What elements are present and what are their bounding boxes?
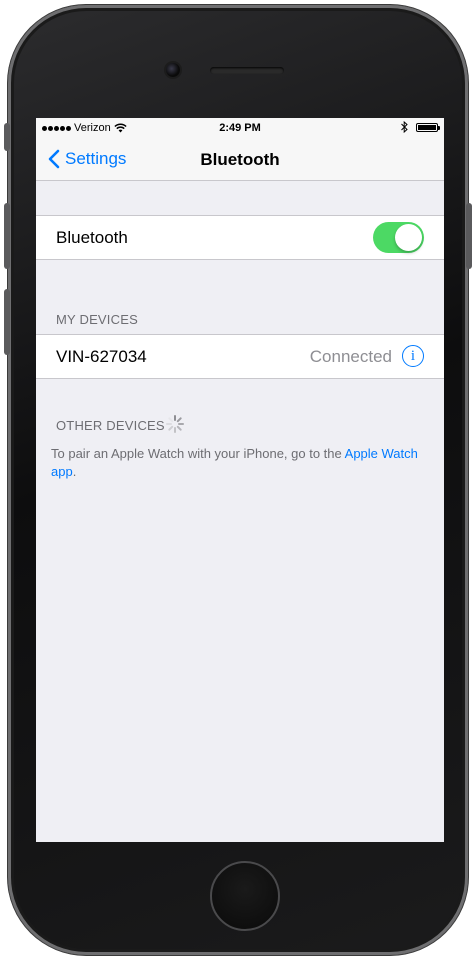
power-button: [466, 203, 472, 269]
info-icon[interactable]: i: [402, 345, 424, 367]
front-camera: [166, 63, 180, 77]
bluetooth-toggle-label: Bluetooth: [56, 228, 128, 247]
bluetooth-icon: [401, 121, 408, 133]
screen: Verizon 2:49 PM Settings Bluetooth Bluet…: [36, 118, 444, 842]
page-title: Bluetooth: [200, 150, 280, 169]
device-status: Connected: [309, 347, 392, 366]
earpiece-speaker: [210, 67, 284, 74]
navigation-bar: Settings Bluetooth: [36, 138, 444, 181]
bluetooth-toggle[interactable]: [373, 222, 424, 253]
device-name: VIN-627034: [56, 347, 147, 366]
loading-spinner-icon: [166, 415, 184, 433]
other-devices-header: OTHER DEVICES: [56, 418, 165, 433]
mute-switch: [4, 123, 10, 151]
volume-down-button: [4, 289, 10, 355]
pairing-hint: To pair an Apple Watch with your iPhone,…: [51, 445, 426, 481]
pairing-hint-text: To pair an Apple Watch with your iPhone,…: [51, 446, 345, 461]
toggle-knob: [395, 224, 422, 251]
battery-icon: [416, 122, 440, 132]
pairing-hint-suffix: .: [72, 464, 77, 479]
my-devices-header: MY DEVICES: [56, 312, 138, 327]
status-bar: Verizon 2:49 PM: [36, 118, 444, 138]
home-button[interactable]: [210, 861, 280, 931]
volume-up-button: [4, 203, 10, 269]
status-time: 2:49 PM: [219, 122, 261, 134]
device-row[interactable]: VIN-627034 Connected i: [36, 334, 444, 379]
bluetooth-toggle-row: Bluetooth: [36, 215, 444, 260]
